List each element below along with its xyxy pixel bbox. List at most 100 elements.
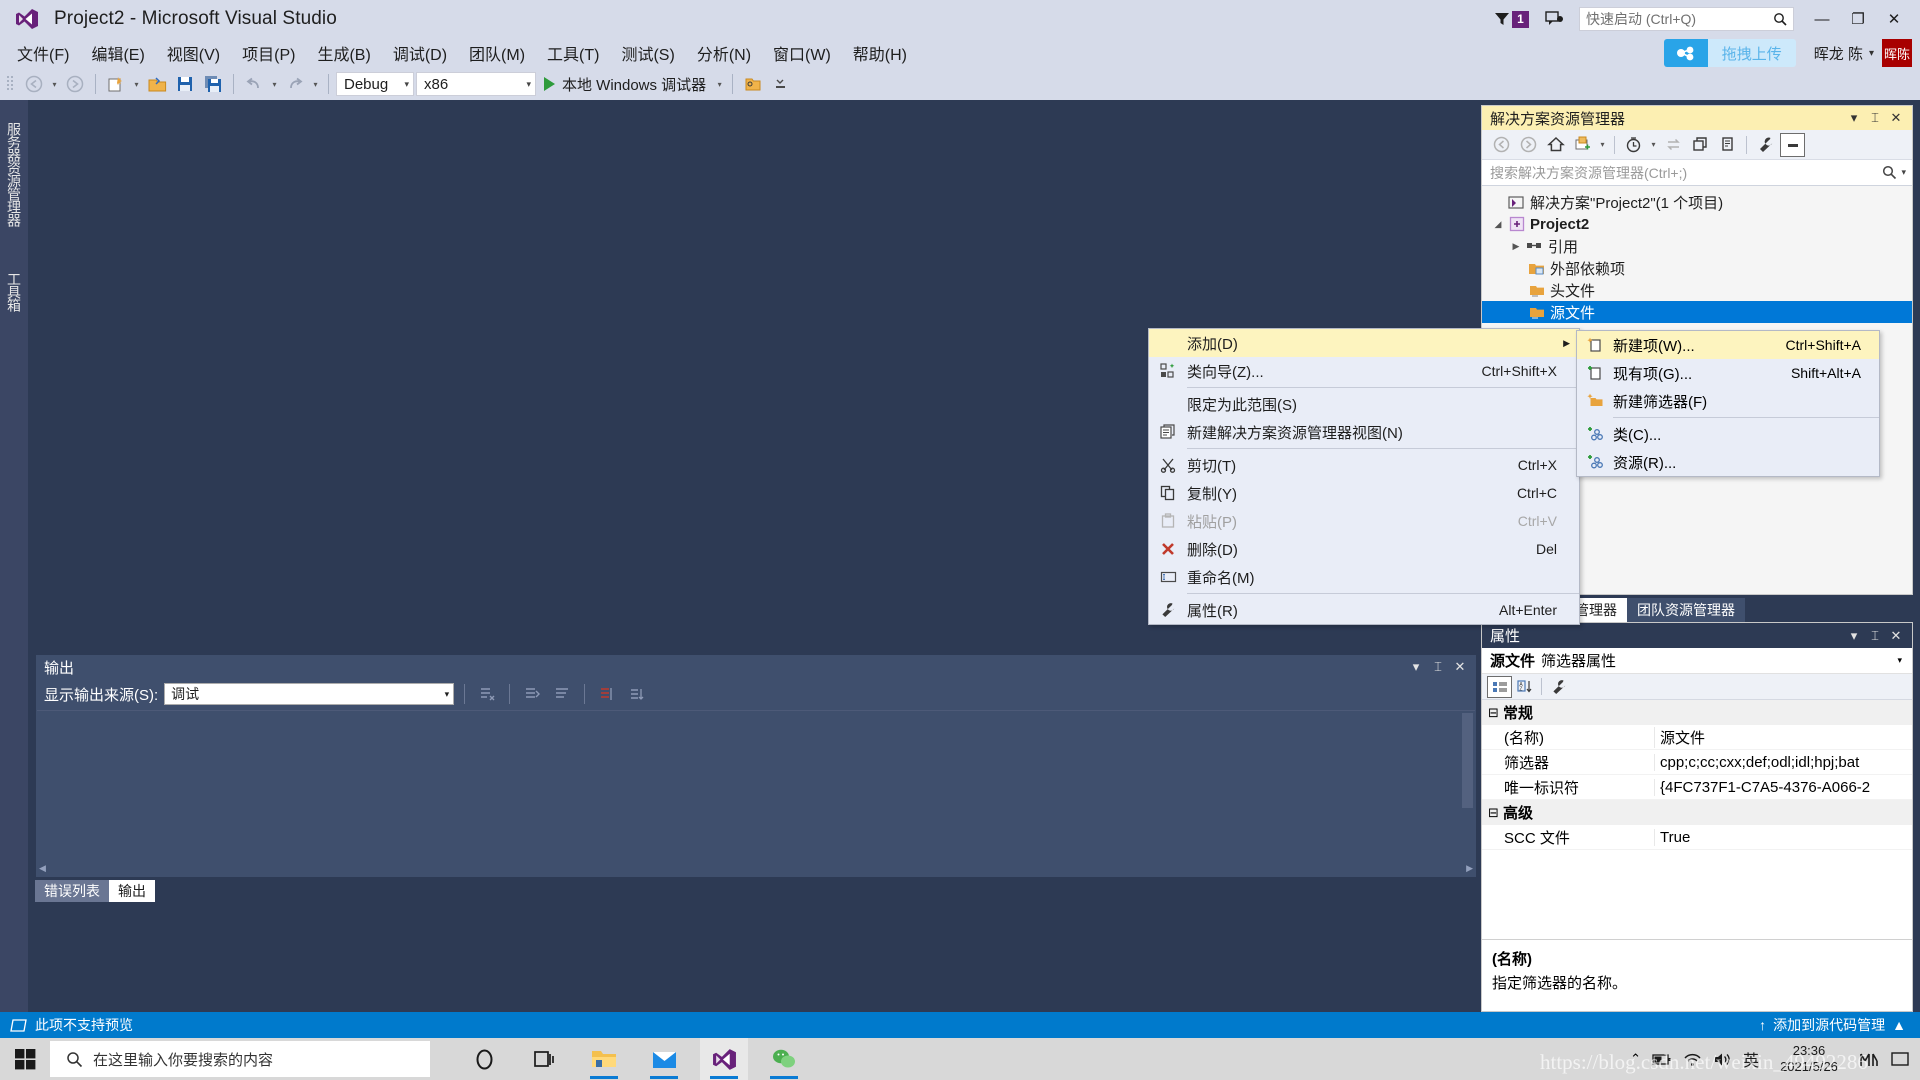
save-icon[interactable] — [172, 72, 198, 96]
menu-view[interactable]: 视图(V) — [156, 38, 231, 68]
output-vertical-scrollbar[interactable] — [1460, 711, 1475, 860]
menu-project[interactable]: 项目(P) — [231, 38, 306, 68]
taskbar-clock[interactable]: 23:36 2021/5/26 — [1770, 1043, 1848, 1075]
close-icon[interactable]: ✕ — [1888, 110, 1904, 126]
collapse-all-icon[interactable] — [1780, 133, 1805, 157]
taskbar-wechat-icon[interactable] — [760, 1038, 808, 1080]
context-menu-item-rename[interactable]: 重命名(M) — [1149, 563, 1579, 591]
context-menu-item-cut[interactable]: 剪切(T) Ctrl+X — [1149, 451, 1579, 479]
context-menu-item-delete[interactable]: 删除(D) Del — [1149, 535, 1579, 563]
forward-icon[interactable] — [1516, 133, 1541, 157]
menu-window[interactable]: 窗口(W) — [762, 38, 842, 68]
menu-build[interactable]: 生成(B) — [306, 38, 381, 68]
properties-wrench-icon[interactable] — [1753, 133, 1778, 157]
undo-chevron-down-icon[interactable]: ▾ — [269, 80, 280, 89]
new-project-chevron-down-icon[interactable]: ▾ — [131, 80, 142, 89]
open-file-icon[interactable] — [144, 72, 170, 96]
output-vertical-scroll-thumb[interactable] — [1462, 713, 1473, 808]
action-center-icon[interactable] — [1859, 1050, 1879, 1068]
menu-analyze[interactable]: 分析(N) — [686, 38, 762, 68]
back-icon[interactable] — [1489, 133, 1514, 157]
sync-with-active-document-icon[interactable] — [1661, 133, 1686, 157]
solution-configuration-select[interactable]: Debug ▾ — [336, 72, 414, 96]
property-row-unique-identifier[interactable]: 唯一标识符 {4FC737F1-C7A5-4376-A066-2 — [1482, 775, 1912, 800]
close-button[interactable]: ✕ — [1876, 4, 1912, 34]
menu-file[interactable]: 文件(F) — [6, 38, 80, 68]
menu-edit[interactable]: 编辑(E) — [80, 38, 155, 68]
new-project-icon[interactable] — [103, 72, 129, 96]
send-feedback-icon[interactable] — [1545, 9, 1565, 29]
context-menu-item-class-wizard[interactable]: 类向导(Z)... Ctrl+Shift+X — [1149, 357, 1579, 385]
windows-start-icon[interactable] — [0, 1038, 50, 1080]
property-row-scc-file[interactable]: SCC 文件 True — [1482, 825, 1912, 850]
expander-icon[interactable]: ⊟ — [1488, 805, 1503, 821]
sidebar-tab-server-explorer[interactable]: 服务器资源管理器 — [1, 100, 27, 248]
chevron-down-icon[interactable]: ▾ — [1846, 628, 1862, 644]
minimize-icon[interactable]: ▾ — [1406, 657, 1426, 677]
show-hidden-icons-chevron-up-icon[interactable]: ⌃ — [1630, 1051, 1641, 1067]
taskbar-search-input[interactable]: 在这里输入你要搜索的内容 — [50, 1041, 430, 1077]
property-value[interactable]: True — [1654, 829, 1912, 846]
status-chevron-up-icon[interactable]: ▲ — [1892, 1017, 1906, 1033]
search-icon[interactable] — [1882, 165, 1897, 180]
pending-changes-icon[interactable] — [1621, 133, 1646, 157]
home-icon[interactable] — [1543, 133, 1568, 157]
start-debugging-button[interactable]: 本地 Windows 调试器 — [538, 71, 712, 97]
toolbar-overflow-icon[interactable] — [768, 72, 794, 96]
volume-icon[interactable] — [1713, 1052, 1732, 1067]
property-pages-wrench-icon[interactable] — [1546, 676, 1571, 698]
ime-language-icon[interactable]: 英 — [1743, 1047, 1759, 1071]
menu-debug[interactable]: 调试(D) — [382, 38, 458, 68]
context-menu-item-copy[interactable]: 复制(Y) Ctrl+C — [1149, 479, 1579, 507]
taskbar-file-explorer-icon[interactable] — [580, 1038, 628, 1080]
property-group-general[interactable]: ⊟ 常规 — [1482, 700, 1912, 725]
close-icon[interactable]: ✕ — [1450, 657, 1470, 677]
tree-twisty-collapsed[interactable]: ▶ — [1508, 241, 1524, 252]
tree-node-project2[interactable]: ◢ Project2 — [1482, 213, 1912, 235]
save-all-icon[interactable] — [200, 72, 226, 96]
taskbar-visual-studio-icon[interactable] — [700, 1038, 748, 1080]
submenu-item-class[interactable]: 类(C)... — [1577, 420, 1879, 448]
user-name-label[interactable]: 晖龙 陈 — [1814, 43, 1863, 64]
tab-output[interactable]: 输出 — [109, 880, 155, 902]
new-folder-icon[interactable] — [1570, 133, 1595, 157]
property-value[interactable]: cpp;c;cc;cxx;def;odl;idl;hpj;bat — [1654, 754, 1912, 771]
property-value[interactable]: 源文件 — [1654, 727, 1912, 748]
output-horizontal-scrollbar[interactable]: ◀ ▶ — [37, 861, 1475, 876]
pin-icon[interactable]: ⌶ — [1428, 657, 1448, 677]
tab-team-explorer[interactable]: 团队资源管理器 — [1627, 598, 1745, 622]
menu-tools[interactable]: 工具(T) — [536, 38, 610, 68]
refresh-icon[interactable] — [1688, 133, 1713, 157]
scroll-left-arrow-icon[interactable]: ◀ — [39, 863, 46, 874]
user-menu-chevron-down-icon[interactable]: ▾ — [1869, 48, 1874, 59]
notifications-area[interactable]: 1 — [1494, 11, 1529, 28]
submenu-item-existing-item[interactable]: 现有项(G)... Shift+Alt+A — [1577, 359, 1879, 387]
property-value[interactable]: {4FC737F1-C7A5-4376-A066-2 — [1654, 779, 1912, 796]
tree-node-solution[interactable]: 解决方案"Project2"(1 个项目) — [1482, 191, 1912, 213]
toolbar-extra-icon[interactable] — [740, 72, 766, 96]
go-to-message-icon[interactable] — [520, 683, 544, 705]
status-right-text[interactable]: 添加到源代码管理 — [1773, 1015, 1885, 1035]
new-folder-chevron-down-icon[interactable]: ▾ — [1597, 140, 1608, 149]
output-text-area[interactable] — [37, 710, 1475, 860]
avatar[interactable]: 晖陈 — [1882, 39, 1912, 67]
submenu-item-new-item[interactable]: 新建项(W)... Ctrl+Shift+A — [1577, 331, 1879, 359]
drag-upload-button[interactable]: 拖拽上传 — [1664, 39, 1796, 67]
submenu-item-new-filter[interactable]: 新建筛选器(F) — [1577, 387, 1879, 415]
battery-icon[interactable] — [1652, 1053, 1672, 1066]
menu-team[interactable]: 团队(M) — [458, 38, 536, 68]
minimize-button[interactable]: — — [1804, 4, 1840, 34]
redo-icon[interactable] — [282, 72, 308, 96]
quick-launch-input[interactable]: 快速启动 (Ctrl+Q) — [1579, 7, 1794, 31]
tree-node-header-files[interactable]: 头文件 — [1482, 279, 1912, 301]
menu-help[interactable]: 帮助(H) — [842, 38, 918, 68]
context-menu-item-properties[interactable]: 属性(R) Alt+Enter — [1149, 596, 1579, 624]
restore-button[interactable]: ❐ — [1840, 4, 1876, 34]
taskbar-task-view-icon[interactable] — [520, 1038, 568, 1080]
menu-test[interactable]: 测试(S) — [610, 38, 685, 68]
tree-twisty-expanded[interactable]: ◢ — [1490, 219, 1506, 230]
output-settings-icon[interactable] — [625, 683, 649, 705]
properties-object-select[interactable]: 源文件 筛选器属性 ▾ — [1482, 648, 1912, 674]
show-all-files-icon[interactable] — [1715, 133, 1740, 157]
taskbar-cortana-circle-icon[interactable] — [460, 1038, 508, 1080]
